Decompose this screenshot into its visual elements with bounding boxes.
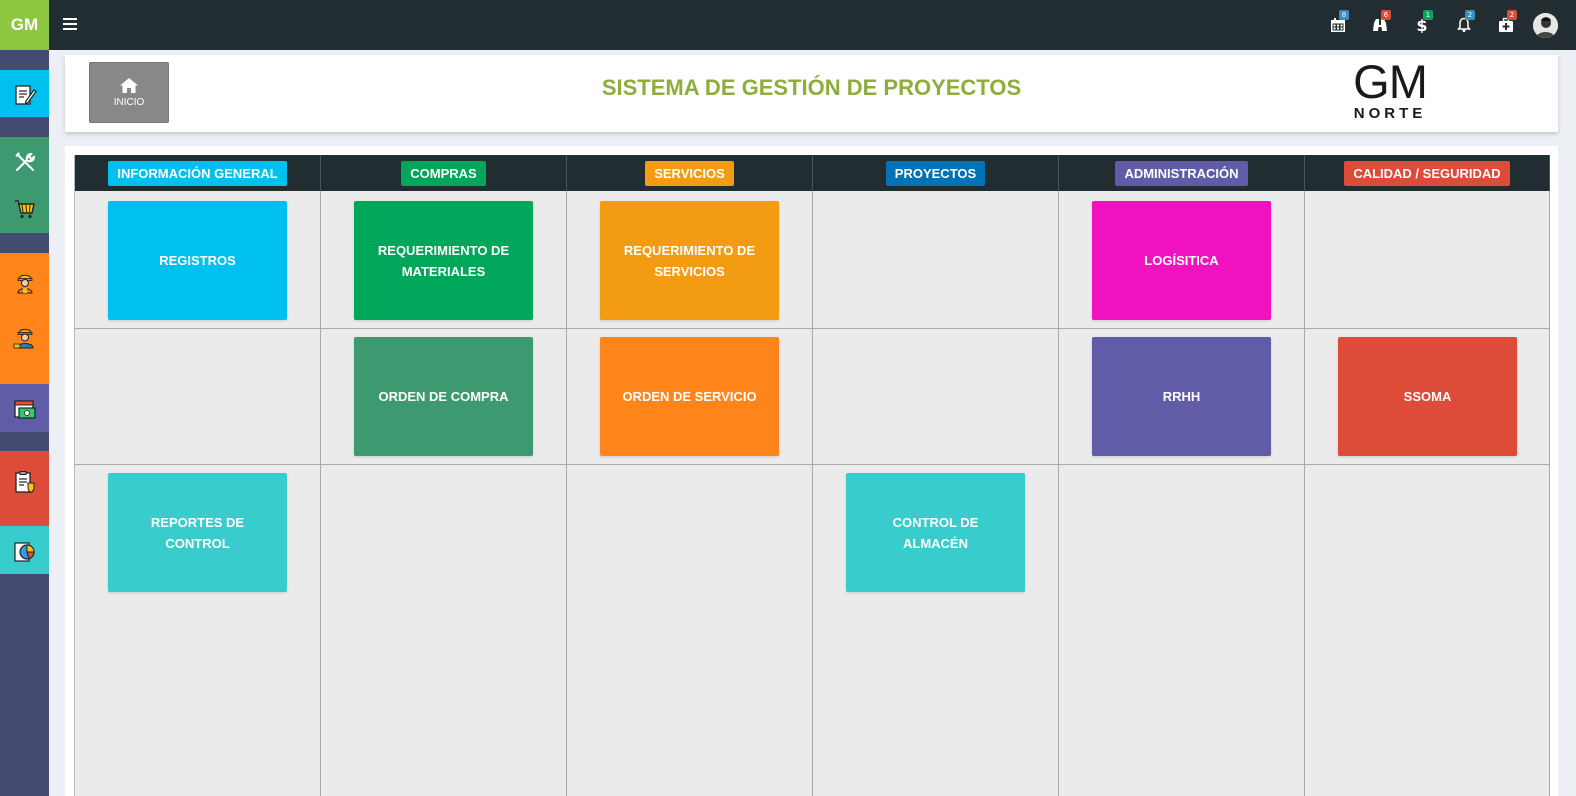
brand-text: GM [10, 15, 39, 34]
column-label: SERVICIOS [645, 160, 734, 186]
logo-big-text: GM [1353, 55, 1428, 108]
column-label: CALIDAD / SEGURIDAD [1344, 160, 1510, 186]
column-header: CALIDAD / SEGURIDAD [1305, 155, 1550, 191]
navbar-notifications: 8 6 $1 2 2 [1317, 0, 1558, 50]
row-divider [75, 328, 1550, 329]
header-card: INICIO SISTEMA DE GESTIÓN DE PROYECTOS G… [65, 55, 1558, 132]
main-panel: INFORMACIÓN GENERAL COMPRAS SERVICIOS PROYE… [65, 146, 1558, 796]
tools-icon[interactable] [13, 150, 37, 174]
logo-small-text: NORTE [1353, 105, 1427, 122]
notification-count-badge: 1 [1423, 10, 1433, 20]
notification-count-badge: 2 [1465, 10, 1475, 20]
module-tile-ssoma[interactable]: SSOMA [1338, 337, 1517, 456]
column-header: INFORMACIÓN GENERAL [75, 155, 321, 191]
column-header: PROYECTOS [813, 155, 1059, 191]
top-navbar: GM 8 6 $1 2 2 [0, 0, 1576, 50]
module-tile-registros[interactable]: REGISTROS [108, 201, 287, 320]
column-divider [1058, 191, 1059, 796]
notification-count-badge: 6 [1381, 10, 1391, 20]
calendar-money-icon[interactable] [13, 397, 37, 421]
column-header: SERVICIOS [567, 155, 813, 191]
navbar-binoculars-button[interactable]: 6 [1359, 0, 1401, 50]
module-tile-requerimiento-de-materiales[interactable]: REQUERIMIENTO DE MATERIALES [354, 201, 533, 320]
module-tile-requerimiento-de-servicios[interactable]: REQUERIMIENTO DE SERVICIOS [600, 201, 779, 320]
sidebar [0, 50, 49, 796]
navbar-calendar-button[interactable]: 8 [1317, 0, 1359, 50]
worker-icon[interactable] [13, 270, 37, 294]
clipboard-shield-icon[interactable] [13, 470, 37, 494]
cart-icon[interactable] [13, 197, 37, 221]
page-title: SISTEMA DE GESTIÓN DE PROYECTOS [601, 75, 1022, 100]
navbar-bell-button[interactable]: 2 [1443, 0, 1485, 50]
edit-document-icon[interactable] [13, 83, 37, 107]
module-tile-control-de-almacen[interactable]: CONTROL DE ALMACÉN [846, 473, 1025, 592]
hamburger-icon[interactable] [63, 17, 77, 31]
column-divider [566, 191, 567, 796]
notification-count-badge: 2 [1507, 10, 1517, 20]
company-logo: GM NORTE [1343, 55, 1437, 125]
user-avatar[interactable] [1533, 12, 1558, 38]
column-label: ADMINISTRACIÓN [1115, 160, 1248, 186]
column-divider [1304, 191, 1305, 796]
module-tile-orden-de-servicio[interactable]: ORDEN DE SERVICIO [600, 337, 779, 456]
column-label: COMPRAS [401, 160, 486, 186]
brand-logo[interactable]: GM [0, 0, 49, 50]
module-tile-reportes-de-control[interactable]: REPORTES DE CONTROL [108, 473, 287, 592]
module-tile-logisitica[interactable]: LOGÍSITICA [1092, 201, 1271, 320]
column-label: INFORMACIÓN GENERAL [108, 160, 287, 186]
column-header: ADMINISTRACIÓN [1059, 155, 1305, 191]
row-divider [75, 464, 1550, 465]
column-header: COMPRAS [321, 155, 567, 191]
module-tile-orden-de-compra[interactable]: ORDEN DE COMPRA [354, 337, 533, 456]
column-divider [1549, 191, 1550, 796]
engineer-icon[interactable] [13, 325, 37, 349]
pie-chart-icon[interactable] [13, 539, 37, 563]
column-divider [320, 191, 321, 796]
navbar-dollar-button[interactable]: $1 [1401, 0, 1443, 50]
notification-count-badge: 8 [1339, 10, 1349, 20]
column-label: PROYECTOS [885, 160, 986, 186]
column-divider [812, 191, 813, 796]
navbar-medkit-button[interactable]: 2 [1485, 0, 1527, 50]
module-grid: INFORMACIÓN GENERAL COMPRAS SERVICIOS PROYE… [74, 155, 1550, 796]
module-tile-rrhh[interactable]: RRHH [1092, 337, 1271, 456]
